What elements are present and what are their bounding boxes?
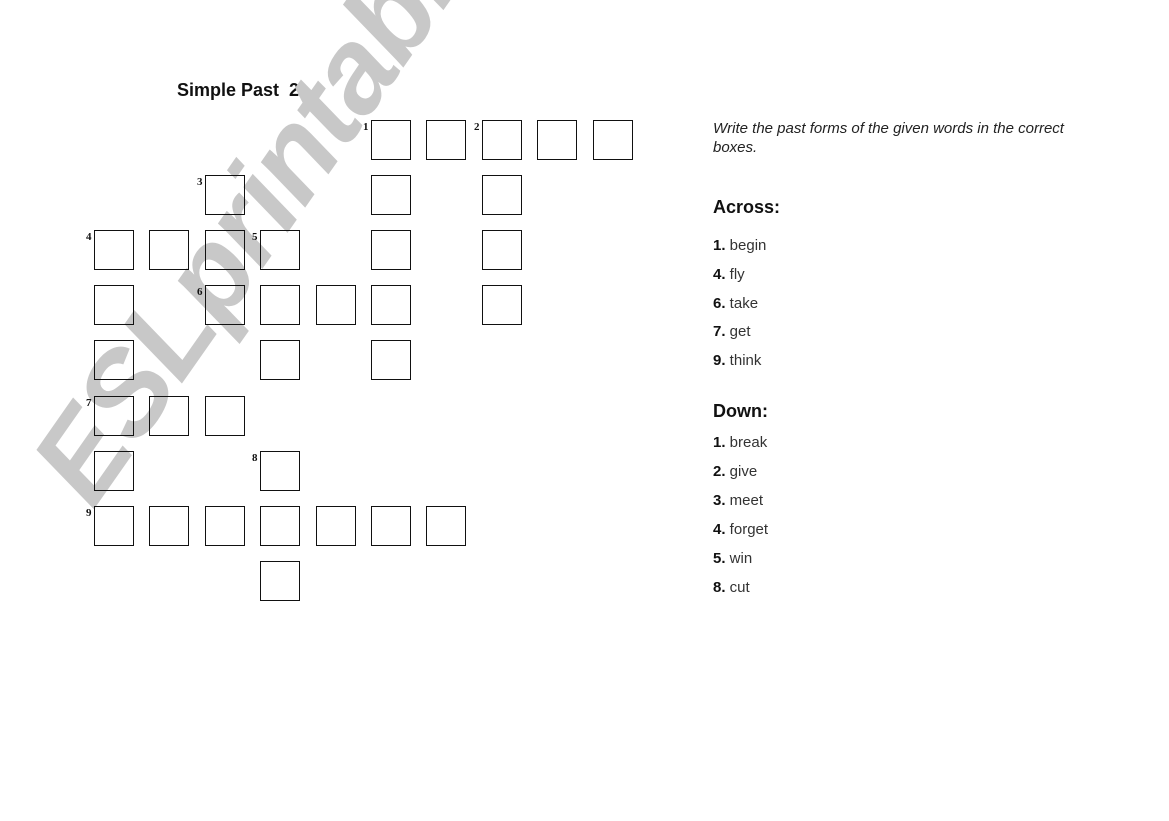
clue-number: 4. — [713, 265, 726, 283]
clue-word: begin — [725, 237, 767, 254]
across-clue: 9. think — [713, 352, 761, 369]
crossword-cell[interactable] — [537, 120, 577, 160]
clue-word: cut — [725, 579, 750, 596]
clue-word: take — [725, 294, 759, 312]
crossword-cell[interactable] — [94, 396, 134, 436]
crossword-cell[interactable] — [260, 451, 300, 491]
clue-word: fly — [725, 265, 745, 283]
clue-word: meet — [725, 492, 764, 509]
clue-number: 2. — [713, 463, 726, 480]
crossword-cell[interactable] — [94, 451, 134, 491]
clue-word: get — [725, 323, 751, 341]
down-clue: 1. break — [713, 434, 767, 451]
crossword-cell[interactable] — [371, 230, 411, 270]
clue-number-label: 8 — [252, 452, 258, 464]
crossword-cell[interactable] — [205, 175, 245, 215]
crossword-cell[interactable] — [426, 506, 466, 546]
clue-number: 1. — [713, 237, 726, 254]
clue-number-label: 3 — [197, 176, 203, 188]
clue-number: 8. — [713, 579, 726, 596]
crossword-cell[interactable] — [371, 175, 411, 215]
clue-number-label: 2 — [474, 121, 480, 133]
down-clue: 3. meet — [713, 492, 763, 509]
crossword-cell[interactable] — [426, 120, 466, 160]
crossword-cell[interactable] — [316, 285, 356, 325]
down-clue: 8. cut — [713, 579, 750, 596]
crossword-cell[interactable] — [260, 285, 300, 325]
crossword-cell[interactable] — [260, 230, 300, 270]
across-clue: 7. get — [713, 323, 751, 340]
crossword-cell[interactable] — [482, 230, 522, 270]
crossword-cell[interactable] — [94, 506, 134, 546]
crossword-cell[interactable] — [482, 285, 522, 325]
clue-number: 1. — [713, 434, 726, 451]
down-clue: 5. win — [713, 550, 752, 567]
clue-number-label: 6 — [197, 286, 203, 298]
clue-number: 6. — [713, 294, 726, 312]
crossword-cell[interactable] — [371, 506, 411, 546]
clue-word: give — [725, 463, 758, 480]
clue-number: 5. — [713, 550, 726, 567]
down-heading: Down: — [713, 401, 768, 421]
clue-word: forget — [725, 521, 769, 538]
instructions: Write the past forms of the given words … — [713, 120, 1064, 156]
across-heading: Across: — [713, 197, 781, 217]
crossword-cell[interactable] — [205, 285, 245, 325]
crossword-cell[interactable] — [316, 506, 356, 546]
crossword-grid: 1 2 3 4 5 6 7 8 9 — [0, 0, 700, 640]
clue-word: win — [725, 550, 753, 567]
crossword-cell[interactable] — [205, 506, 245, 546]
crossword-cell[interactable] — [149, 230, 189, 270]
across-clue: 4. fly — [713, 266, 745, 283]
crossword-cell[interactable] — [205, 230, 245, 270]
across-clue: 6. take — [713, 295, 758, 312]
clue-number-label: 9 — [86, 507, 92, 519]
clue-number: 3. — [713, 492, 726, 509]
crossword-cell[interactable] — [260, 506, 300, 546]
crossword-cell[interactable] — [482, 120, 522, 160]
clue-number-label: 1 — [363, 121, 369, 133]
down-clue: 2. give — [713, 463, 757, 480]
clues-panel: Write the past forms of the given words … — [713, 119, 1073, 596]
clue-number-label: 5 — [252, 231, 258, 243]
crossword-cell[interactable] — [94, 285, 134, 325]
crossword-cell[interactable] — [260, 340, 300, 380]
crossword-cell[interactable] — [205, 396, 245, 436]
clue-number-label: 4 — [86, 231, 92, 243]
crossword-cell[interactable] — [593, 120, 633, 160]
crossword-cell[interactable] — [260, 561, 300, 601]
crossword-cell[interactable] — [94, 340, 134, 380]
clue-number-label: 7 — [86, 397, 92, 409]
across-clue: 1. begin — [713, 237, 766, 254]
crossword-cell[interactable] — [482, 175, 522, 215]
crossword-cell[interactable] — [371, 120, 411, 160]
clue-number: 4. — [713, 521, 726, 538]
crossword-cell[interactable] — [149, 506, 189, 546]
crossword-cell[interactable] — [371, 285, 411, 325]
crossword-cell[interactable] — [149, 396, 189, 436]
clue-number: 7. — [713, 323, 726, 341]
clue-word: think — [725, 352, 762, 370]
crossword-cell[interactable] — [94, 230, 134, 270]
crossword-cell[interactable] — [371, 340, 411, 380]
down-clue: 4. forget — [713, 521, 768, 538]
clue-number: 9. — [713, 352, 726, 370]
clue-word: break — [725, 434, 768, 451]
